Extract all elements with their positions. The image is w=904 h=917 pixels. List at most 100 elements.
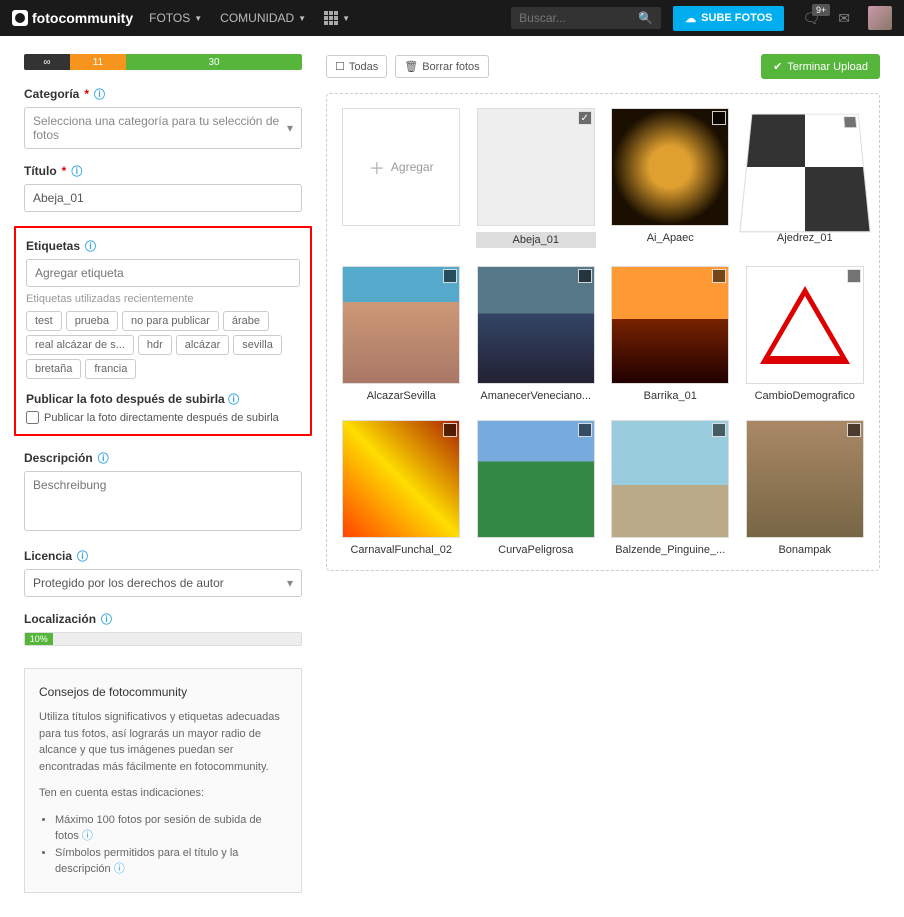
photo-card[interactable]: CarnavalFunchal_02 [341,420,462,556]
nav-fotos[interactable]: FOTOS▼ [149,11,202,25]
localizacion-bar[interactable]: 10% [24,632,302,646]
select-checkbox[interactable] [712,111,726,125]
help-icon[interactable]: ⓘ [82,830,93,842]
photo-caption: Barrika_01 [611,390,729,402]
tips-heading: Consejos de fotocommunity [39,683,287,701]
delete-photos-button[interactable]: 🗑Borrar fotos [395,55,488,78]
select-all-button[interactable]: ☐Todas [326,55,387,78]
tips-text: Utiliza títulos significativos y etiquet… [39,709,287,775]
check-icon: ✔ [773,60,782,73]
photo-caption: CambioDemografico [746,390,864,402]
camera-icon [12,10,28,26]
photo-thumbnail[interactable]: ✓ [477,108,595,226]
notifications-button[interactable]: 🗨 9+ [802,10,820,27]
photo-card[interactable]: Balzende_Pinguine_... [610,420,731,556]
photo-thumbnail[interactable] [611,420,729,538]
help-icon[interactable]: ⓘ [94,86,105,102]
licencia-select[interactable]: Protegido por los derechos de autor▾ [24,569,302,597]
help-icon[interactable]: ⓘ [77,548,88,564]
localizacion-label: Localización [24,612,96,626]
cloud-upload-icon: ☁ [685,12,696,25]
photo-card[interactable]: CurvaPeligrosa [476,420,597,556]
tag-chip[interactable]: alcázar [176,335,229,355]
tag-chip[interactable]: prueba [66,311,118,331]
nav-comunidad[interactable]: COMUNIDAD▼ [220,11,306,25]
search-box[interactable]: 🔍 [511,7,661,29]
help-icon[interactable]: ⓘ [85,238,96,254]
chevron-down-icon: ▼ [342,14,350,23]
photo-thumbnail[interactable] [611,266,729,384]
help-icon[interactable]: ⓘ [228,394,239,406]
categoria-label: Categoría [24,87,79,101]
tag-chip[interactable]: test [26,311,62,331]
tag-chip[interactable]: hdr [138,335,172,355]
photo-card[interactable]: ✓ Abeja_01 [476,108,597,248]
chevron-down-icon: ▼ [194,14,202,23]
photo-card[interactable]: Barrika_01 [610,266,731,402]
select-checkbox[interactable]: ✓ [578,111,592,125]
search-input[interactable] [519,11,638,25]
photo-card[interactable]: Ajedrez_01 [745,108,866,248]
tag-chip[interactable]: real alcázar de s... [26,335,134,355]
descripcion-textarea[interactable] [24,471,302,531]
required-mark: * [84,87,89,101]
tag-chip[interactable]: bretaña [26,359,81,379]
photo-thumbnail[interactable] [611,108,729,226]
etiquetas-label: Etiquetas [26,239,80,253]
photo-caption: Ajedrez_01 [746,232,864,244]
photo-card[interactable]: Ai_Apaec [610,108,731,248]
photo-caption: Bonampak [746,544,864,556]
help-icon[interactable]: ⓘ [114,863,125,875]
select-checkbox[interactable] [443,423,457,437]
select-checkbox[interactable] [712,423,726,437]
select-checkbox[interactable] [578,269,592,283]
help-icon[interactable]: ⓘ [71,163,82,179]
photo-thumbnail[interactable] [342,266,460,384]
tag-chip[interactable]: no para publicar [122,311,219,331]
photo-card[interactable]: CambioDemografico [745,266,866,402]
select-checkbox[interactable] [847,269,861,283]
photo-caption: Abeja_01 [476,232,597,248]
tag-chip[interactable]: sevilla [233,335,282,355]
select-checkbox[interactable] [847,423,861,437]
nav-apps[interactable]: ▼ [324,11,350,25]
search-icon: 🔍 [638,11,653,25]
tag-chip[interactable]: francia [85,359,136,379]
photo-thumbnail[interactable] [746,266,864,384]
photo-thumbnail[interactable] [477,266,595,384]
photo-thumbnail[interactable] [739,114,871,233]
categoria-select[interactable]: Selecciona una categoría para tu selecci… [24,107,302,149]
apps-icon [324,11,338,25]
upload-photos-button[interactable]: ☁SUBE FOTOS [673,6,784,31]
tag-chip[interactable]: árabe [223,311,269,331]
descripcion-label: Descripción [24,451,93,465]
highlighted-section: Etiquetasⓘ Etiquetas utilizadas reciente… [14,226,312,436]
messages-button[interactable]: ✉ [838,10,850,27]
help-icon[interactable]: ⓘ [98,450,109,466]
progress-seg-green: 30 [126,54,302,70]
publicar-checkbox[interactable] [26,411,39,424]
help-icon[interactable]: ⓘ [101,611,112,627]
select-checkbox[interactable] [712,269,726,283]
localizacion-fill: 10% [25,633,53,645]
photo-thumbnail[interactable] [746,420,864,538]
photo-card[interactable]: AlcazarSevilla [341,266,462,402]
progress-seg-grey: ∞ [24,54,70,70]
publicar-checkbox-row[interactable]: Publicar la foto directamente después de… [26,411,300,424]
photo-thumbnail[interactable] [477,420,595,538]
select-checkbox[interactable] [443,269,457,283]
finish-upload-button[interactable]: ✔Terminar Upload [761,54,880,79]
add-photo-card[interactable]: ＋Agregar [341,108,462,248]
photo-card[interactable]: Bonampak [745,420,866,556]
square-icon: ☐ [335,60,345,73]
photo-thumbnail[interactable] [342,420,460,538]
photo-card[interactable]: AmanecerVeneciano... [476,266,597,402]
etiquetas-input[interactable] [26,259,300,287]
select-checkbox[interactable] [843,116,857,128]
logo[interactable]: fotocommunity [12,10,133,26]
required-mark: * [62,164,67,178]
user-avatar[interactable] [868,6,892,30]
titulo-input[interactable] [24,184,302,212]
titulo-label: Título [24,164,57,178]
select-checkbox[interactable] [578,423,592,437]
